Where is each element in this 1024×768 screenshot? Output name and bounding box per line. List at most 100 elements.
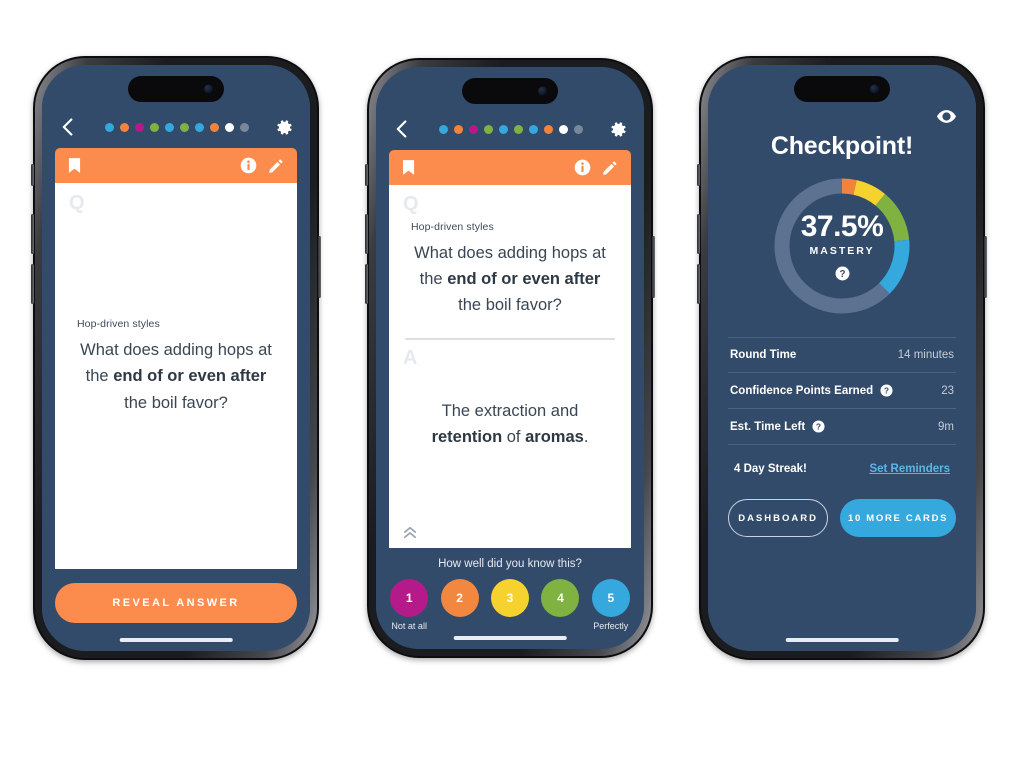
question-help-icon[interactable]: ? xyxy=(835,266,850,281)
a-bold-1: retention xyxy=(431,428,503,447)
flashcard-header xyxy=(55,148,297,183)
gear-icon[interactable] xyxy=(275,118,294,137)
more-cards-button[interactable]: 10 MORE CARDS xyxy=(840,499,956,537)
power-button[interactable] xyxy=(984,236,987,298)
rating-button-4[interactable]: 4 xyxy=(541,579,580,617)
mastery-donut-wrap: 37.5% MASTERY ? xyxy=(728,171,956,321)
pencil-icon[interactable] xyxy=(602,160,618,176)
question-help-icon[interactable]: ? xyxy=(880,384,893,397)
chevron-left-icon[interactable] xyxy=(58,117,78,137)
progress-dot-10[interactable] xyxy=(573,124,583,134)
info-icon[interactable] xyxy=(574,159,591,176)
chevron-left-icon[interactable] xyxy=(392,119,412,139)
progress-dot-4[interactable] xyxy=(149,122,159,132)
question-block: Hop-driven styles What does adding hops … xyxy=(389,185,631,318)
mastery-percent: 37.5% xyxy=(800,209,884,243)
reveal-answer-button[interactable]: REVEAL ANSWER xyxy=(55,583,297,623)
rating-item-3: 3 xyxy=(489,579,531,621)
stat-value: 14 minutes xyxy=(897,349,954,361)
progress-dot-2[interactable] xyxy=(119,122,129,132)
answer-text: The extraction and retention of aromas. xyxy=(411,398,609,450)
progress-dot-6[interactable] xyxy=(513,124,523,134)
stat-value: 23 xyxy=(941,384,954,397)
streak-text: 4 Day Streak! xyxy=(734,463,807,475)
phone2-screen: Q Hop-driven styles What does adding hop… xyxy=(376,67,644,649)
rating-caption-1: Not at all xyxy=(391,621,427,631)
progress-dot-7[interactable] xyxy=(194,122,204,132)
checkpoint-screen: Checkpoint! 37.5% MASTERY ? Round Time 1… xyxy=(708,65,976,651)
front-camera-icon xyxy=(204,84,213,94)
topic-label: Hop-driven styles xyxy=(411,221,494,233)
question-help-icon[interactable]: ? xyxy=(812,420,825,433)
stat-row: Confidence Points Earned? 23 xyxy=(728,373,956,409)
silent-switch[interactable] xyxy=(697,164,700,186)
q-suffix: the boil favor? xyxy=(124,393,228,412)
home-indicator xyxy=(785,638,899,642)
bookmark-icon[interactable] xyxy=(68,157,81,174)
a-mid: of xyxy=(502,428,526,447)
question-block: Hop-driven styles What does adding hops … xyxy=(55,318,297,415)
progress-dot-6[interactable] xyxy=(179,122,189,132)
checkpoint-actions: DASHBOARD 10 MORE CARDS xyxy=(728,499,956,537)
progress-dot-8[interactable] xyxy=(543,124,553,134)
progress-dot-2[interactable] xyxy=(453,124,463,134)
q-suffix: the boil favor? xyxy=(458,296,562,315)
stats-list: Round Time 14 minutes Confidence Points Ea… xyxy=(728,337,956,445)
volume-up-button[interactable] xyxy=(365,214,368,254)
set-reminders-link[interactable]: Set Reminders xyxy=(869,463,950,475)
progress-dot-4[interactable] xyxy=(483,124,493,134)
progress-dots xyxy=(78,122,275,132)
progress-dot-7[interactable] xyxy=(528,124,538,134)
progress-dot-3[interactable] xyxy=(468,124,478,134)
rating-item-4: 4 xyxy=(539,579,581,621)
pencil-icon[interactable] xyxy=(268,158,284,174)
rating-zone: How well did you know this? 1 Not at all 2… xyxy=(376,548,644,631)
progress-dot-1[interactable] xyxy=(104,122,114,132)
volume-down-button[interactable] xyxy=(31,264,34,304)
bookmark-icon[interactable] xyxy=(402,159,415,176)
info-icon[interactable] xyxy=(240,157,257,174)
study-topbar xyxy=(42,112,310,142)
phone-mockup-answer: Q Hop-driven styles What does adding hop… xyxy=(365,58,655,658)
volume-up-button[interactable] xyxy=(697,214,700,254)
progress-dot-10[interactable] xyxy=(239,122,249,132)
progress-dot-5[interactable] xyxy=(164,122,174,132)
stat-row: Est. Time Left? 9m xyxy=(728,409,956,445)
progress-dot-8[interactable] xyxy=(209,122,219,132)
dashboard-button[interactable]: DASHBOARD xyxy=(728,499,829,537)
rating-button-2[interactable]: 2 xyxy=(440,579,479,617)
rating-button-1[interactable]: 1 xyxy=(390,579,429,617)
study-screen-question: Q Hop-driven styles What does adding hop… xyxy=(42,65,310,651)
power-button[interactable] xyxy=(318,236,321,298)
double-chevron-up-icon[interactable] xyxy=(403,526,417,539)
progress-dot-3[interactable] xyxy=(134,122,144,132)
phone1-screen: Q Hop-driven styles What does adding hop… xyxy=(42,65,310,651)
svg-text:?: ? xyxy=(839,268,845,279)
eye-icon[interactable] xyxy=(937,109,956,123)
dynamic-island xyxy=(794,76,890,102)
front-camera-icon xyxy=(538,86,547,96)
rating-item-5: 5 Perfectly xyxy=(590,579,632,631)
rating-button-5[interactable]: 5 xyxy=(591,579,630,617)
silent-switch[interactable] xyxy=(365,164,368,186)
q-bold: end of or even after xyxy=(447,270,601,289)
study-screen-answer: Q Hop-driven styles What does adding hop… xyxy=(376,67,644,649)
power-button[interactable] xyxy=(652,236,655,298)
phone-mockup-checkpoint: Checkpoint! 37.5% MASTERY ? Round Time 1… xyxy=(697,56,987,660)
silent-switch[interactable] xyxy=(31,164,34,186)
volume-down-button[interactable] xyxy=(365,264,368,304)
rating-button-3[interactable]: 3 xyxy=(491,579,529,617)
volume-up-button[interactable] xyxy=(31,214,34,254)
progress-dot-9[interactable] xyxy=(224,122,234,132)
reveal-answer-wrap: REVEAL ANSWER xyxy=(42,583,310,623)
phone3-screen: Checkpoint! 37.5% MASTERY ? Round Time 1… xyxy=(708,65,976,651)
progress-dot-1[interactable] xyxy=(438,124,448,134)
volume-down-button[interactable] xyxy=(697,264,700,304)
mastery-label: MASTERY xyxy=(809,244,875,257)
progress-dot-9[interactable] xyxy=(558,124,568,134)
gear-icon[interactable] xyxy=(609,120,628,139)
dynamic-island xyxy=(462,78,558,104)
rating-item-2: 2 xyxy=(438,579,480,621)
progress-dot-5[interactable] xyxy=(498,124,508,134)
dynamic-island xyxy=(128,76,224,102)
